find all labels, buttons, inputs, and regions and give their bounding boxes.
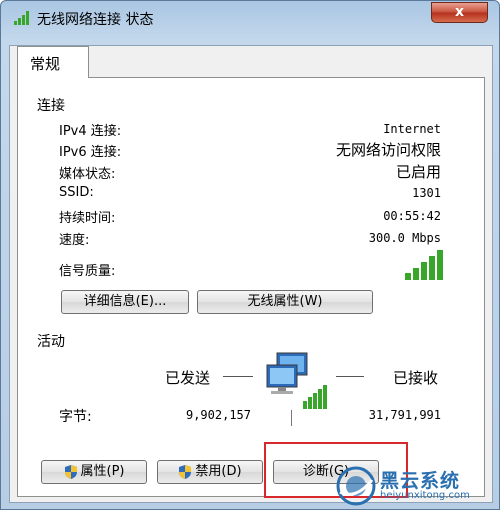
wireless-signal-icon — [14, 11, 29, 25]
tab-general[interactable]: 常规 — [17, 46, 89, 78]
activity-divider — [85, 340, 459, 341]
duration-value: 00:55:42 — [383, 209, 441, 223]
ipv4-label: IPv4 连接: — [59, 124, 122, 139]
duration-label: 持续时间: — [59, 211, 116, 226]
watermark-name: 黑云系统 — [380, 470, 461, 492]
received-dash — [336, 376, 364, 377]
bytes-sent-value: 9,902,157 — [185, 408, 251, 422]
title-bar[interactable]: 无线网络连接 状态 x — [1, 1, 500, 35]
uac-shield-icon — [179, 464, 192, 479]
details-button[interactable]: 详细信息(E)... — [61, 290, 189, 314]
ipv6-value: 无网络访问权限 — [335, 141, 441, 159]
bytes-separator — [291, 410, 292, 426]
properties-button[interactable]: 属性(P) — [41, 460, 147, 484]
speed-value: 300.0 Mbps — [368, 231, 441, 245]
ipv4-value: Internet — [383, 122, 441, 136]
close-button[interactable]: x — [431, 2, 488, 23]
sent-label: 已发送 — [165, 369, 211, 387]
signal-quality-label: 信号质量: — [59, 264, 116, 279]
watermark: 黑云系统 heiyunxitong.com — [334, 464, 494, 508]
watermark-logo-icon — [336, 466, 376, 506]
uac-shield-icon — [64, 464, 77, 479]
tab-label: 常规 — [30, 55, 61, 73]
connection-divider — [119, 103, 459, 104]
media-state-label: 媒体状态: — [59, 167, 116, 182]
sent-dash — [223, 376, 253, 377]
properties-button-label: 属性(P) — [80, 464, 125, 479]
signal-strength-icon — [405, 250, 443, 280]
disable-button[interactable]: 禁用(D) — [157, 460, 263, 484]
disable-button-label: 禁用(D) — [195, 464, 242, 479]
activity-section-title: 活动 — [37, 334, 65, 350]
bytes-label: 字节: — [59, 409, 92, 425]
network-computers-icon — [266, 352, 327, 409]
ssid-label: SSID: — [59, 185, 94, 200]
bytes-received-value: 31,791,991 — [368, 408, 441, 422]
status-window: 无线网络连接 状态 x 常规 连接 IPv4 连接: Internet IPv6… — [0, 0, 500, 510]
connection-section-title: 连接 — [37, 98, 65, 114]
ipv6-label: IPv6 连接: — [59, 145, 122, 160]
speed-label: 速度: — [59, 233, 90, 248]
window-title: 无线网络连接 状态 — [37, 12, 154, 28]
media-state-value: 已启用 — [395, 163, 441, 181]
wireless-properties-button[interactable]: 无线属性(W) — [197, 290, 373, 314]
watermark-url: heiyunxitong.com — [380, 490, 470, 501]
ssid-value: 1301 — [412, 186, 441, 200]
close-icon: x — [454, 4, 465, 20]
received-label: 已接收 — [393, 369, 439, 387]
